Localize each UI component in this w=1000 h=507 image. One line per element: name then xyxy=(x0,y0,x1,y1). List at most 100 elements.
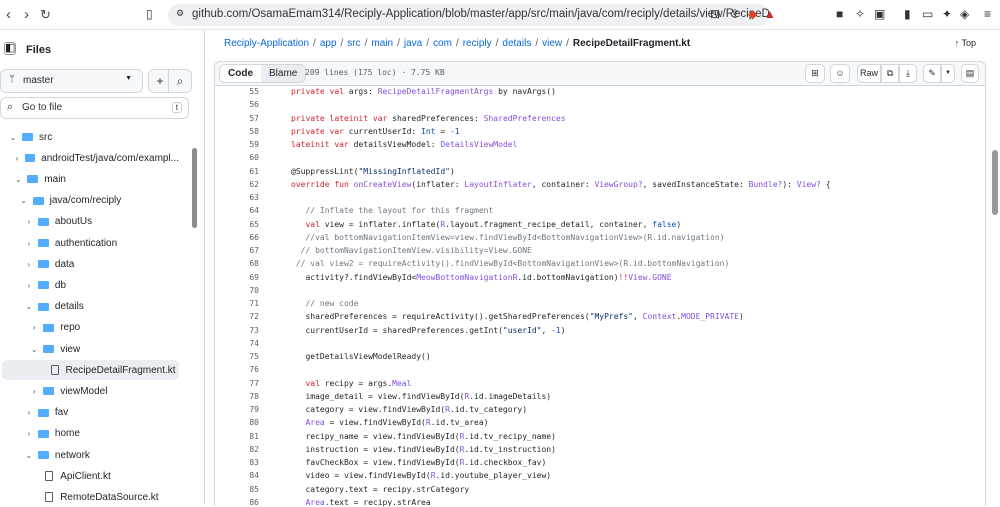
line-number[interactable]: 57 xyxy=(215,114,259,123)
line-number[interactable]: 63 xyxy=(215,193,259,202)
line-number[interactable]: 78 xyxy=(215,392,259,401)
breadcrumb-link[interactable]: details xyxy=(502,38,531,49)
tree-item-data[interactable]: › data xyxy=(2,254,179,274)
site-settings-icon[interactable]: ⚙ xyxy=(176,8,184,19)
wallet-icon[interactable]: ▭ xyxy=(922,7,933,21)
edit-button[interactable]: ✎ xyxy=(923,64,941,83)
line-number[interactable]: 82 xyxy=(215,445,259,454)
symbols-button[interactable]: ⊞ xyxy=(805,64,825,83)
address-bar[interactable]: ⚙ github.com/OsamaEmam314/Reciply-Applic… xyxy=(168,4,770,26)
leo-icon[interactable]: ✦ xyxy=(942,7,952,21)
reload-icon[interactable]: ↻ xyxy=(40,7,51,23)
tree-item-androidtest-java-com-exampl[interactable]: › androidTest/java/com/exampl... xyxy=(2,148,179,168)
chevron-right-icon[interactable]: › xyxy=(12,154,21,163)
line-number[interactable]: 83 xyxy=(215,458,259,467)
line-number[interactable]: 84 xyxy=(215,471,259,480)
tree-item-network[interactable]: ⌄ network xyxy=(2,445,179,465)
extension-icon[interactable]: ■ xyxy=(836,7,843,21)
share-icon[interactable]: ⇪ xyxy=(730,7,740,21)
line-number[interactable]: 56 xyxy=(215,100,259,109)
line-number[interactable]: 60 xyxy=(215,153,259,162)
tree-item-main[interactable]: ⌄ main xyxy=(2,169,179,189)
line-number[interactable]: 77 xyxy=(215,379,259,388)
chevron-right-icon[interactable]: › xyxy=(24,408,34,417)
puzzle-icon[interactable]: ✧ xyxy=(855,7,865,21)
install-icon[interactable]: ⊡ xyxy=(710,7,720,21)
line-number[interactable]: 85 xyxy=(215,485,259,494)
copilot-button[interactable]: ☺ xyxy=(830,64,850,83)
line-number[interactable]: 66 xyxy=(215,233,259,242)
line-number[interactable]: 79 xyxy=(215,405,259,414)
chevron-down-icon[interactable]: ⌄ xyxy=(13,175,23,184)
chevron-right-icon[interactable]: › xyxy=(24,217,34,226)
tree-item-aboutus[interactable]: › aboutUs xyxy=(2,212,179,232)
line-number[interactable]: 74 xyxy=(215,339,259,348)
line-number[interactable]: 70 xyxy=(215,286,259,295)
tree-item-apiclient-kt[interactable]: ApiClient.kt xyxy=(2,466,179,486)
top-link[interactable]: ↑ Top xyxy=(955,38,976,48)
line-number[interactable]: 80 xyxy=(215,418,259,427)
chevron-right-icon[interactable]: › xyxy=(29,387,39,396)
collapse-sidebar-icon[interactable]: ◧ xyxy=(4,42,16,55)
edit-menu-button[interactable]: ▼ xyxy=(941,64,955,83)
breadcrumb-link[interactable]: src xyxy=(347,38,360,49)
rewards-icon[interactable]: ▲ xyxy=(764,7,776,21)
tree-item-authentication[interactable]: › authentication xyxy=(2,233,179,253)
line-number[interactable]: 76 xyxy=(215,365,259,374)
chevron-right-icon[interactable]: › xyxy=(24,281,34,290)
menu-icon[interactable]: ≡ xyxy=(984,7,991,21)
chevron-right-icon[interactable]: › xyxy=(24,260,34,269)
breadcrumb-link[interactable]: main xyxy=(371,38,393,49)
sidebar-scrollbar[interactable] xyxy=(192,148,197,228)
brave-shield-icon[interactable]: ◆ xyxy=(748,7,757,21)
chevron-right-icon[interactable]: › xyxy=(24,429,34,438)
go-to-file-input[interactable]: ⌕ Go to file t xyxy=(0,97,189,119)
page-scrollbar[interactable] xyxy=(992,150,998,215)
line-number[interactable]: 59 xyxy=(215,140,259,149)
line-number[interactable]: 75 xyxy=(215,352,259,361)
breadcrumb-link[interactable]: view xyxy=(542,38,562,49)
reader-icon[interactable]: ▣ xyxy=(874,7,885,21)
branch-selector[interactable]: ᛘ master ▼ xyxy=(0,69,143,93)
vpn-icon[interactable]: ◈ xyxy=(960,7,969,21)
line-number[interactable]: 67 xyxy=(215,246,259,255)
line-number[interactable]: 71 xyxy=(215,299,259,308)
chevron-right-icon[interactable]: › xyxy=(24,239,34,248)
back-icon[interactable]: ‹ xyxy=(6,6,11,23)
raw-button[interactable]: Raw xyxy=(857,64,881,83)
line-number[interactable]: 58 xyxy=(215,127,259,136)
tree-item-viewmodel[interactable]: › viewModel xyxy=(2,381,179,401)
chevron-down-icon[interactable]: ⌄ xyxy=(8,133,18,142)
forward-icon[interactable]: › xyxy=(24,6,29,23)
tree-item-java-com-reciply[interactable]: ⌄ java/com/reciply xyxy=(2,191,179,211)
tab-code[interactable]: Code xyxy=(220,65,261,82)
bookmark-icon[interactable]: ▯ xyxy=(146,7,153,21)
tree-item-fav[interactable]: › fav xyxy=(2,403,179,423)
line-number[interactable]: 72 xyxy=(215,312,259,321)
line-number[interactable]: 69 xyxy=(215,273,259,282)
tree-item-src[interactable]: ⌄ src xyxy=(2,127,179,147)
breadcrumb-link[interactable]: com xyxy=(433,38,452,49)
breadcrumb-link[interactable]: reciply xyxy=(463,38,492,49)
line-number[interactable]: 55 xyxy=(215,87,259,96)
chevron-down-icon[interactable]: ⌄ xyxy=(24,451,34,460)
sidebar-icon[interactable]: ▮ xyxy=(904,7,911,21)
breadcrumb-link[interactable]: app xyxy=(320,38,337,49)
tree-item-details[interactable]: ⌄ details xyxy=(2,297,179,317)
tree-item-remotedatasource-kt[interactable]: RemoteDataSource.kt xyxy=(2,487,179,507)
copy-button[interactable]: ⧉ xyxy=(881,64,899,83)
line-number[interactable]: 86 xyxy=(215,498,259,506)
chevron-down-icon[interactable]: ⌄ xyxy=(24,302,34,311)
download-button[interactable]: ⤓ xyxy=(899,64,917,83)
tree-item-view[interactable]: ⌄ view xyxy=(2,339,179,359)
line-number[interactable]: 65 xyxy=(215,220,259,229)
tree-item-recipedetailfragment-kt[interactable]: RecipeDetailFragment.kt xyxy=(2,360,179,381)
tab-blame[interactable]: Blame xyxy=(261,65,306,82)
line-number[interactable]: 62 xyxy=(215,180,259,189)
line-number[interactable]: 68 xyxy=(215,259,259,268)
code-view[interactable]: 55 private val args: RecipeDetailFragment… xyxy=(214,86,986,506)
tree-item-home[interactable]: › home xyxy=(2,424,179,444)
line-number[interactable]: 81 xyxy=(215,432,259,441)
breadcrumb-link[interactable]: java xyxy=(404,38,422,49)
line-number[interactable]: 73 xyxy=(215,326,259,335)
